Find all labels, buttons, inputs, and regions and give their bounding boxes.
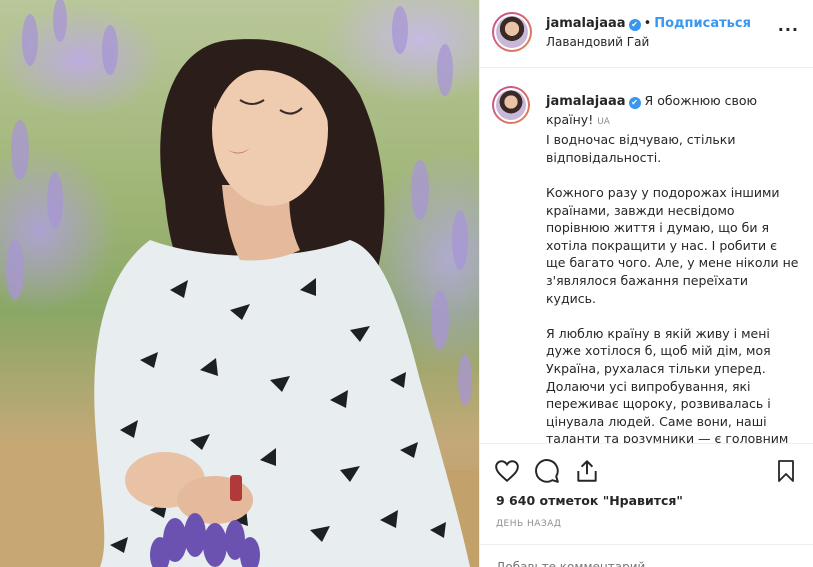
likes-count[interactable]: 9 640 отметок "Нравится" bbox=[496, 493, 683, 508]
comment-input[interactable] bbox=[496, 560, 736, 567]
verified-badge-icon: ✔ bbox=[628, 19, 641, 31]
post-photo[interactable] bbox=[0, 0, 479, 567]
comment-box bbox=[480, 544, 813, 567]
follow-button[interactable]: Подписаться bbox=[654, 16, 751, 31]
location-link[interactable]: Лавандовий Гай bbox=[546, 35, 649, 49]
caption-paragraph: Кожного разу у подорожах іншими країнами… bbox=[546, 184, 799, 306]
header-user-line: jamalajaaa ✔ • Подписаться bbox=[546, 16, 751, 31]
caption-paragraph: І водночас відчуваю, стільки відповідаль… bbox=[546, 132, 736, 165]
avatar[interactable] bbox=[492, 12, 532, 52]
post-sidebar: jamalajaaa ✔ • Подписаться Лавандовий Гай ·… bbox=[479, 0, 813, 567]
photo-illustration bbox=[0, 0, 479, 567]
lang-tag: UA bbox=[597, 116, 610, 127]
caption-username[interactable]: jamalajaaa bbox=[546, 94, 626, 109]
post-actions: 9 640 отметок "Нравится" ДЕНЬ НАЗАД bbox=[480, 443, 813, 567]
heart-icon[interactable] bbox=[494, 458, 520, 484]
post-header: jamalajaaa ✔ • Подписаться Лавандовий Гай ·… bbox=[480, 0, 813, 68]
username-link[interactable]: jamalajaaa bbox=[546, 16, 626, 31]
separator-dot: • bbox=[643, 16, 652, 31]
bookmark-icon[interactable] bbox=[774, 458, 798, 484]
verified-badge-icon: ✔ bbox=[628, 97, 641, 109]
comment-icon[interactable] bbox=[534, 458, 560, 484]
more-horizontal-icon[interactable]: ··· bbox=[778, 20, 799, 39]
caption-area[interactable]: jamalajaaa ✔ Я обожнюю свою країну! UA І … bbox=[480, 69, 813, 443]
share-icon[interactable] bbox=[574, 458, 600, 484]
caption-paragraph: Я люблю країну в якій живу і мені дуже х… bbox=[546, 325, 789, 443]
caption-avatar[interactable] bbox=[492, 86, 530, 124]
caption-text: jamalajaaa ✔ Я обожнюю свою країну! UA І … bbox=[546, 92, 800, 443]
post-timestamp[interactable]: ДЕНЬ НАЗАД bbox=[496, 519, 561, 529]
